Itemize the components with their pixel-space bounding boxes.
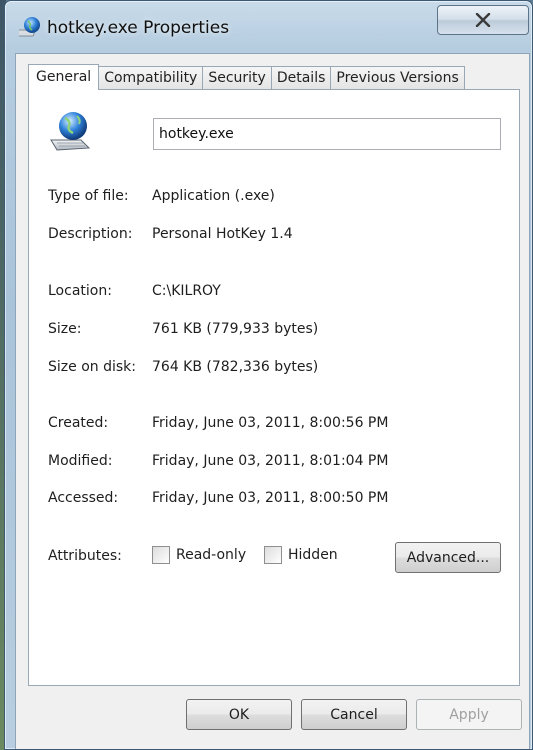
modified-value: Friday, June 03, 2011, 8:01:04 PM <box>152 453 389 469</box>
close-icon <box>475 13 491 27</box>
type-of-file-label: Type of file: <box>48 188 129 204</box>
separator <box>46 395 499 396</box>
tab-previous-versions[interactable]: Previous Versions <box>330 66 465 90</box>
created-label: Created: <box>48 415 109 431</box>
size-on-disk-label: Size on disk: <box>48 359 136 375</box>
created-value: Friday, June 03, 2011, 8:00:56 PM <box>152 415 389 431</box>
description-label: Description: <box>48 226 133 242</box>
apply-button[interactable]: Apply <box>416 699 522 730</box>
globe-computer-icon <box>19 17 40 37</box>
file-name-input[interactable] <box>153 118 501 150</box>
read-only-checkbox[interactable] <box>152 546 170 564</box>
modified-label: Modified: <box>48 453 113 469</box>
accessed-label: Accessed: <box>48 490 119 506</box>
separator <box>46 527 499 528</box>
description-value: Personal HotKey 1.4 <box>152 226 293 242</box>
location-label: Location: <box>48 283 112 299</box>
hidden-checkbox[interactable] <box>264 546 282 564</box>
ok-button[interactable]: OK <box>186 699 292 730</box>
read-only-label: Read-only <box>176 547 247 563</box>
window-title: hotkey.exe Properties <box>47 18 230 38</box>
tab-security[interactable]: Security <box>202 66 272 90</box>
globe-computer-icon <box>50 112 91 151</box>
accessed-value: Friday, June 03, 2011, 8:00:50 PM <box>152 490 389 506</box>
tab-details[interactable]: Details <box>270 66 332 90</box>
size-value: 761 KB (779,933 bytes) <box>152 321 319 337</box>
close-button[interactable] <box>437 5 529 35</box>
dialog-content: General Compatibility Security Details P… <box>15 53 530 749</box>
size-label: Size: <box>48 321 82 337</box>
tab-compatibility[interactable]: Compatibility <box>98 66 204 90</box>
separator <box>46 169 499 170</box>
hidden-checkbox-group[interactable]: Hidden <box>264 546 338 564</box>
location-value: C:\KILROY <box>152 283 221 299</box>
hidden-label: Hidden <box>288 547 338 563</box>
advanced-button[interactable]: Advanced... <box>395 542 501 573</box>
properties-window: hotkey.exe Properties General Compatibil… <box>4 0 533 750</box>
tab-strip: General Compatibility Security Details P… <box>28 64 465 90</box>
size-on-disk-value: 764 KB (782,336 bytes) <box>152 359 319 375</box>
tab-general[interactable]: General <box>28 64 100 90</box>
cancel-button[interactable]: Cancel <box>301 699 407 730</box>
separator <box>46 263 499 264</box>
general-tab-panel: Type of file: Application (.exe) Descrip… <box>28 89 520 686</box>
type-of-file-value: Application (.exe) <box>152 188 275 204</box>
title-bar[interactable]: hotkey.exe Properties <box>5 1 532 53</box>
read-only-checkbox-group[interactable]: Read-only <box>152 546 246 564</box>
attributes-label: Attributes: <box>48 548 122 564</box>
